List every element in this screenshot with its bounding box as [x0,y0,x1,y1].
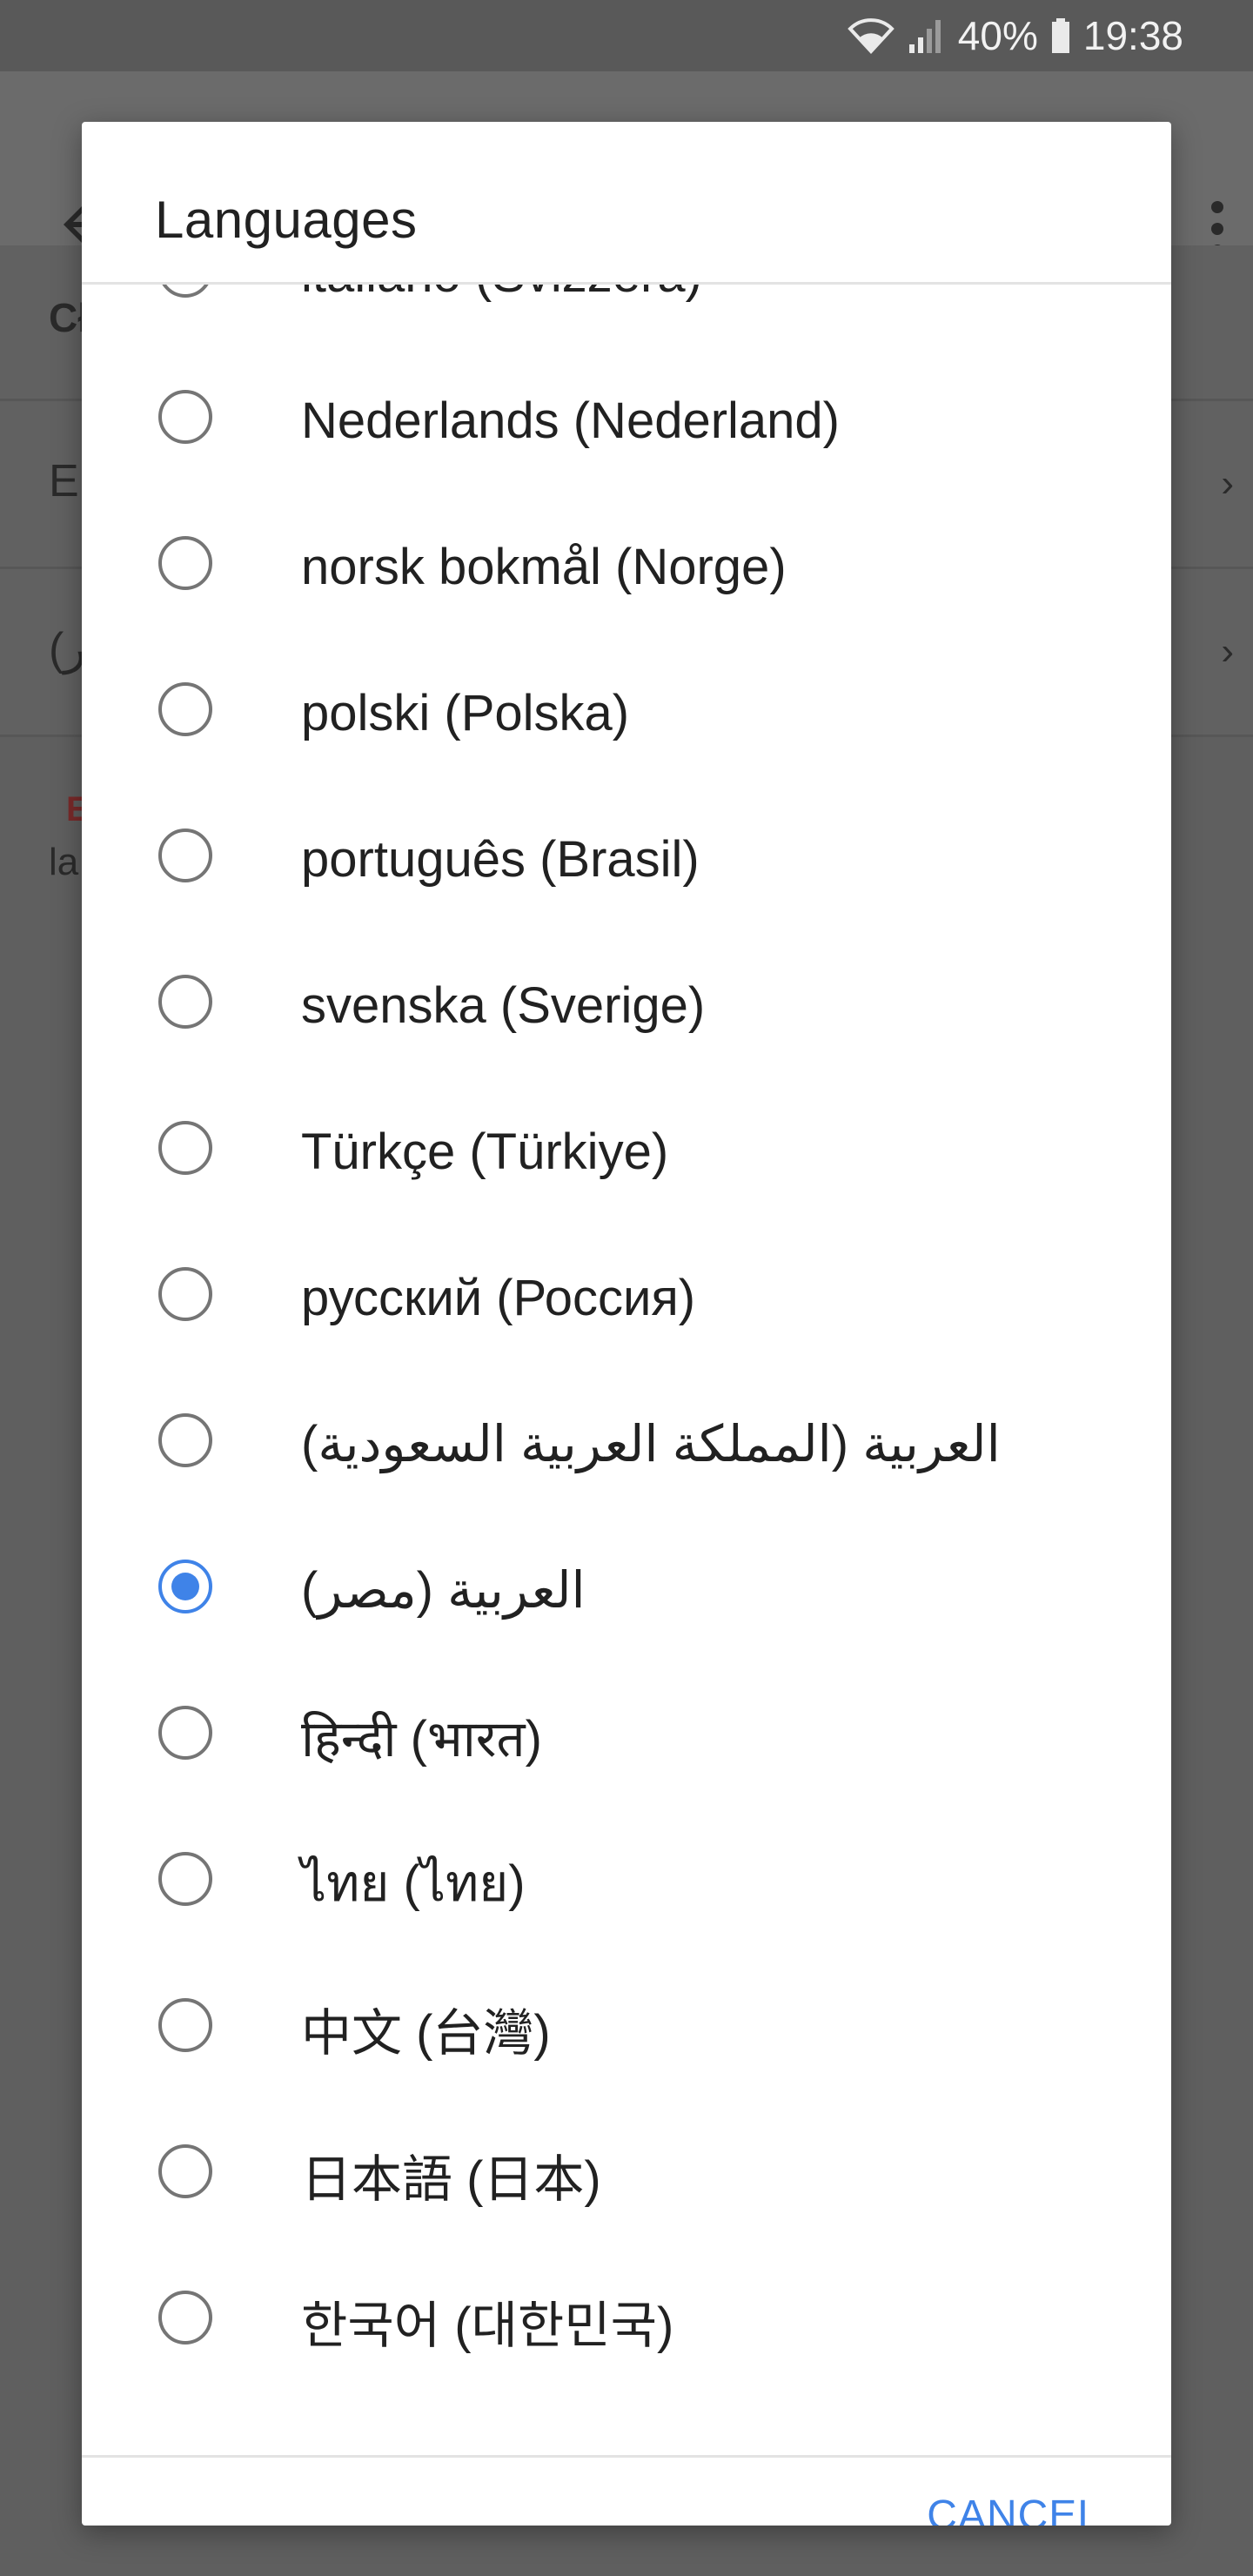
language-option-label: 中文 (台灣) [301,2005,551,2062]
background-row-3-text: (ر [49,624,86,674]
radio-unselected-icon[interactable] [158,2291,212,2345]
language-option[interactable]: norsk bokmål (Norge) [82,493,1171,640]
status-bar: 40% 19:38 [0,0,1253,71]
radio-unselected-icon[interactable] [158,1121,212,1175]
radio-unselected-icon[interactable] [158,975,212,1029]
radio-unselected-icon[interactable] [158,2144,212,2198]
language-option-label: हिन्दी (भारत) [301,1710,542,1768]
languages-dialog: Languages italiano (Svizzera) Nederlands … [82,122,1171,2526]
radio-unselected-icon[interactable] [158,285,212,298]
chevron-right-icon: › [1221,462,1234,505]
radio-unselected-icon[interactable] [158,1998,212,2052]
language-option-label: العربية (المملكة العربية السعودية) [301,1416,1001,1472]
actions-divider [82,2455,1171,2458]
language-option-label: 한국어 (대한민국) [301,2298,674,2354]
chevron-right-icon: › [1221,630,1234,673]
radio-unselected-icon[interactable] [158,1413,212,1467]
battery-percent: 40% [957,13,1038,58]
background-note-text: la [49,841,79,883]
language-option[interactable]: 日本語 (日本) [82,2102,1171,2248]
language-option[interactable]: ไทย (ไทย) [82,1809,1171,1955]
dialog-title: Languages [155,191,418,249]
language-option[interactable]: Türkçe (Türkiye) [82,1078,1171,1224]
radio-unselected-icon[interactable] [158,1267,212,1321]
language-option-label: polski (Polska) [301,684,630,741]
wifi-icon [847,17,895,55]
signal-icon [908,17,946,55]
language-option-label: Nederlands (Nederland) [301,392,840,449]
language-option-label: العربية (مصر) [301,1562,586,1619]
language-option-label: русский (Россия) [301,1269,696,1326]
language-option-label: svenska (Sverige) [301,976,706,1034]
battery-icon [1050,17,1071,55]
language-option[interactable]: 中文 (台灣) [82,1955,1171,2102]
radio-selected-icon[interactable] [158,1560,212,1613]
language-option-label: 日本語 (日本) [301,2151,601,2208]
clock: 19:38 [1082,13,1183,58]
language-option[interactable]: العربية (مصر) [82,1517,1171,1663]
radio-unselected-icon[interactable] [158,1706,212,1760]
radio-unselected-icon[interactable] [158,828,212,882]
language-option-label: italiano (Svizzera) [301,285,702,304]
language-option[interactable]: हिन्दी (भारत) [82,1663,1171,1809]
radio-unselected-icon[interactable] [158,682,212,736]
language-option[interactable]: العربية (المملكة العربية السعودية) [82,1371,1171,1517]
language-option[interactable]: 한국어 (대한민국) [82,2248,1171,2394]
radio-unselected-icon[interactable] [158,536,212,590]
cancel-button[interactable]: CANCEL [927,2489,1102,2526]
language-list-scroll[interactable]: italiano (Svizzera) Nederlands (Nederland… [82,285,1171,2455]
radio-unselected-icon[interactable] [158,390,212,444]
language-option[interactable]: italiano (Svizzera) [82,285,1171,347]
language-option[interactable]: svenska (Sverige) [82,932,1171,1078]
language-option-label: norsk bokmål (Norge) [301,538,787,595]
language-option-label: Türkçe (Türkiye) [301,1123,669,1180]
language-option[interactable]: português (Brasil) [82,786,1171,932]
language-option-label: português (Brasil) [301,830,700,888]
radio-unselected-icon[interactable] [158,1852,212,1906]
language-option[interactable]: Nederlands (Nederland) [82,347,1171,493]
language-option-label: ไทย (ไทย) [301,1855,526,1912]
status-icons: 40% 19:38 [847,0,1183,71]
language-option[interactable]: русский (Россия) [82,1224,1171,1371]
language-list: italiano (Svizzera) Nederlands (Nederland… [82,285,1171,2394]
language-option[interactable]: polski (Polska) [82,640,1171,786]
